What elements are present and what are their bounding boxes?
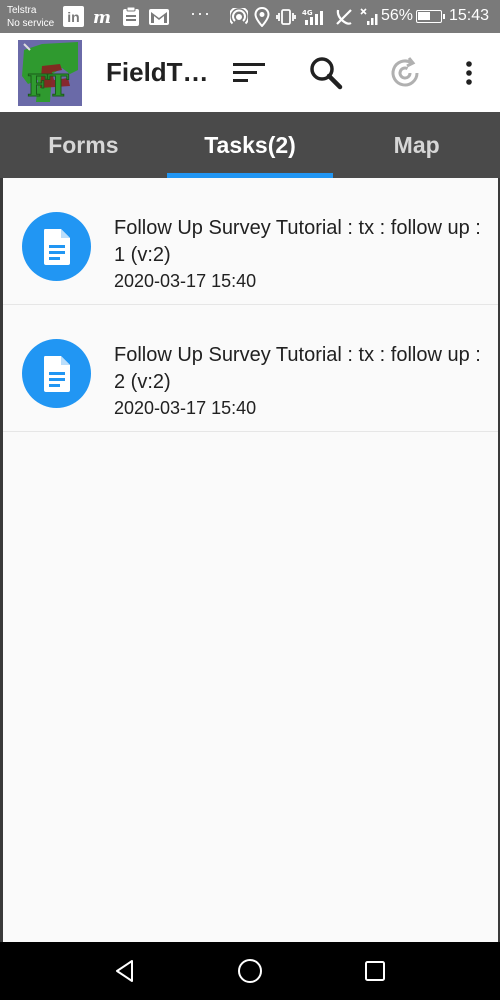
service-status: No service [7,18,55,29]
notification-icons: in m [63,6,170,27]
app-bar: FT FieldT… [0,33,500,112]
more-vert-icon [466,61,472,85]
sort-button[interactable] [229,53,269,93]
clipboard-icon [122,6,140,27]
system-icons: 4G [230,6,380,27]
overflow-menu-button[interactable] [449,53,489,93]
task-title: Follow Up Survey Tutorial : tx : follow … [114,217,481,266]
location-icon [254,6,270,27]
sync-button[interactable] [385,53,425,93]
sync-icon [391,57,419,87]
tab-forms-label: Forms [48,131,119,158]
signal-4g-label: 4G [302,9,313,17]
app-logo[interactable]: FT [18,40,82,106]
search-button[interactable] [306,53,346,93]
hotspot-icon [230,6,248,27]
task-date: 2020-03-17 15:40 [114,398,257,418]
search-icon [310,57,343,90]
battery-icon [416,10,445,23]
home-button[interactable] [235,956,265,986]
tab-tasks-label: Tasks(2) [204,131,296,158]
screen-edge-left [0,178,3,942]
home-icon [238,959,262,983]
task-row[interactable]: Follow Up Survey Tutorial : tx : follow … [0,178,500,305]
sort-icon [233,63,265,82]
tab-tasks[interactable]: Tasks(2) [166,112,334,178]
no-signal-icon [360,6,380,27]
status-bar: Telstra No service in m ··· 4G 56% 15:43 [0,0,500,33]
form-document-icon [22,212,91,281]
recents-icon [365,961,385,981]
carrier-info: Telstra No service [7,4,54,30]
no-call-icon [334,6,354,27]
tab-bar: Forms Tasks(2) Map [0,112,500,178]
tab-map-label: Map [393,131,440,158]
vibrate-icon [276,6,296,27]
more-notifications-icon: ··· [190,3,211,23]
app-logo-letters: FT [27,69,70,104]
gmail-icon [148,6,170,27]
linkedin-icon: in [63,6,84,27]
tab-map[interactable]: Map [333,112,500,178]
back-button[interactable] [110,956,140,986]
carrier-name: Telstra [7,5,37,16]
task-date: 2020-03-17 15:40 [114,271,257,291]
recents-button[interactable] [360,956,390,986]
m-app-icon: m [92,6,114,27]
navigation-bar [0,942,500,1000]
tab-forms[interactable]: Forms [0,112,167,178]
battery-level [418,12,430,20]
task-list: Follow Up Survey Tutorial : tx : follow … [0,178,500,432]
clock: 15:43 [449,7,490,24]
task-title: Follow Up Survey Tutorial : tx : follow … [114,344,481,393]
signal-4g-icon: 4G [302,6,328,27]
back-icon [116,960,133,982]
form-document-icon [22,339,91,408]
svg-text:m: m [93,8,111,26]
task-row[interactable]: Follow Up Survey Tutorial : tx : follow … [0,305,500,432]
app-title: FieldT… [106,57,209,87]
battery-percentage: 56% [381,7,414,24]
